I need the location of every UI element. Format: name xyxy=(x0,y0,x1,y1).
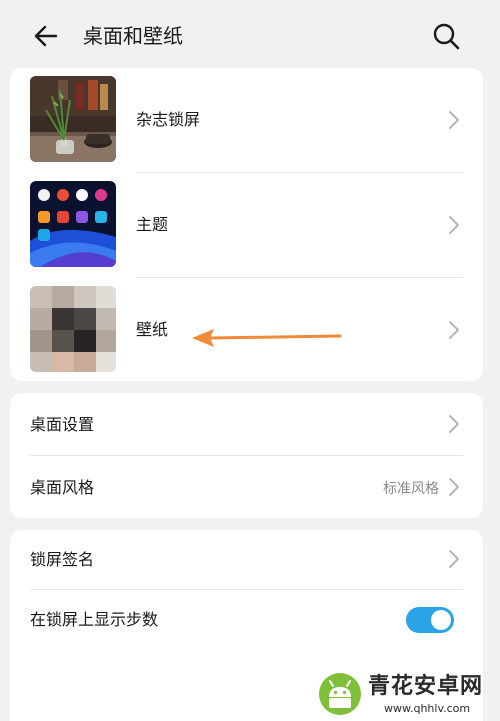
show-steps-toggle[interactable] xyxy=(406,607,454,633)
show-steps-label: 在锁屏上显示步数 xyxy=(30,610,159,629)
back-arrow-icon[interactable] xyxy=(30,20,62,52)
page-title: 桌面和壁纸 xyxy=(83,24,183,48)
chevron-right-icon xyxy=(449,321,459,339)
toggle-knob xyxy=(431,610,451,630)
annotation-arrow-icon xyxy=(192,329,342,347)
home-settings-label: 桌面设置 xyxy=(30,415,95,434)
home-style-value: 标准风格 xyxy=(383,481,439,497)
chevron-right-icon xyxy=(449,478,459,496)
home-style-row[interactable]: 桌面风格 标准风格 xyxy=(10,456,483,518)
search-icon[interactable] xyxy=(430,20,462,52)
app-header: 桌面和壁纸 xyxy=(0,0,500,70)
magazine-lockscreen-label: 杂志锁屏 xyxy=(136,110,201,129)
chevron-right-icon xyxy=(449,550,459,568)
home-screen-card: 桌面设置 桌面风格 标准风格 xyxy=(10,393,483,518)
theme-thumbnail xyxy=(30,181,116,267)
chevron-right-icon xyxy=(449,415,459,433)
magazine-lockscreen-thumbnail xyxy=(30,76,116,162)
lockscreen-signature-row[interactable]: 锁屏签名 xyxy=(10,530,483,589)
home-settings-row[interactable]: 桌面设置 xyxy=(10,393,483,455)
watermark-title: 青花安卓网 xyxy=(368,674,484,699)
chevron-right-icon xyxy=(449,111,459,129)
theme-row[interactable]: 主题 xyxy=(10,173,483,277)
magazine-lockscreen-row[interactable]: 杂志锁屏 xyxy=(10,68,483,172)
show-steps-row: 在锁屏上显示步数 xyxy=(10,590,483,650)
watermark-url: www.qhhlv.com xyxy=(384,702,471,715)
wallpaper-label: 壁纸 xyxy=(136,320,169,339)
home-style-label: 桌面风格 xyxy=(30,478,95,497)
android-logo-icon xyxy=(319,673,361,715)
site-watermark: 青花安卓网 www.qhhlv.com xyxy=(316,670,500,721)
lockscreen-signature-label: 锁屏签名 xyxy=(30,550,95,569)
chevron-right-icon xyxy=(449,216,459,234)
theme-label: 主题 xyxy=(136,215,169,234)
wallpaper-thumbnail xyxy=(30,286,116,372)
